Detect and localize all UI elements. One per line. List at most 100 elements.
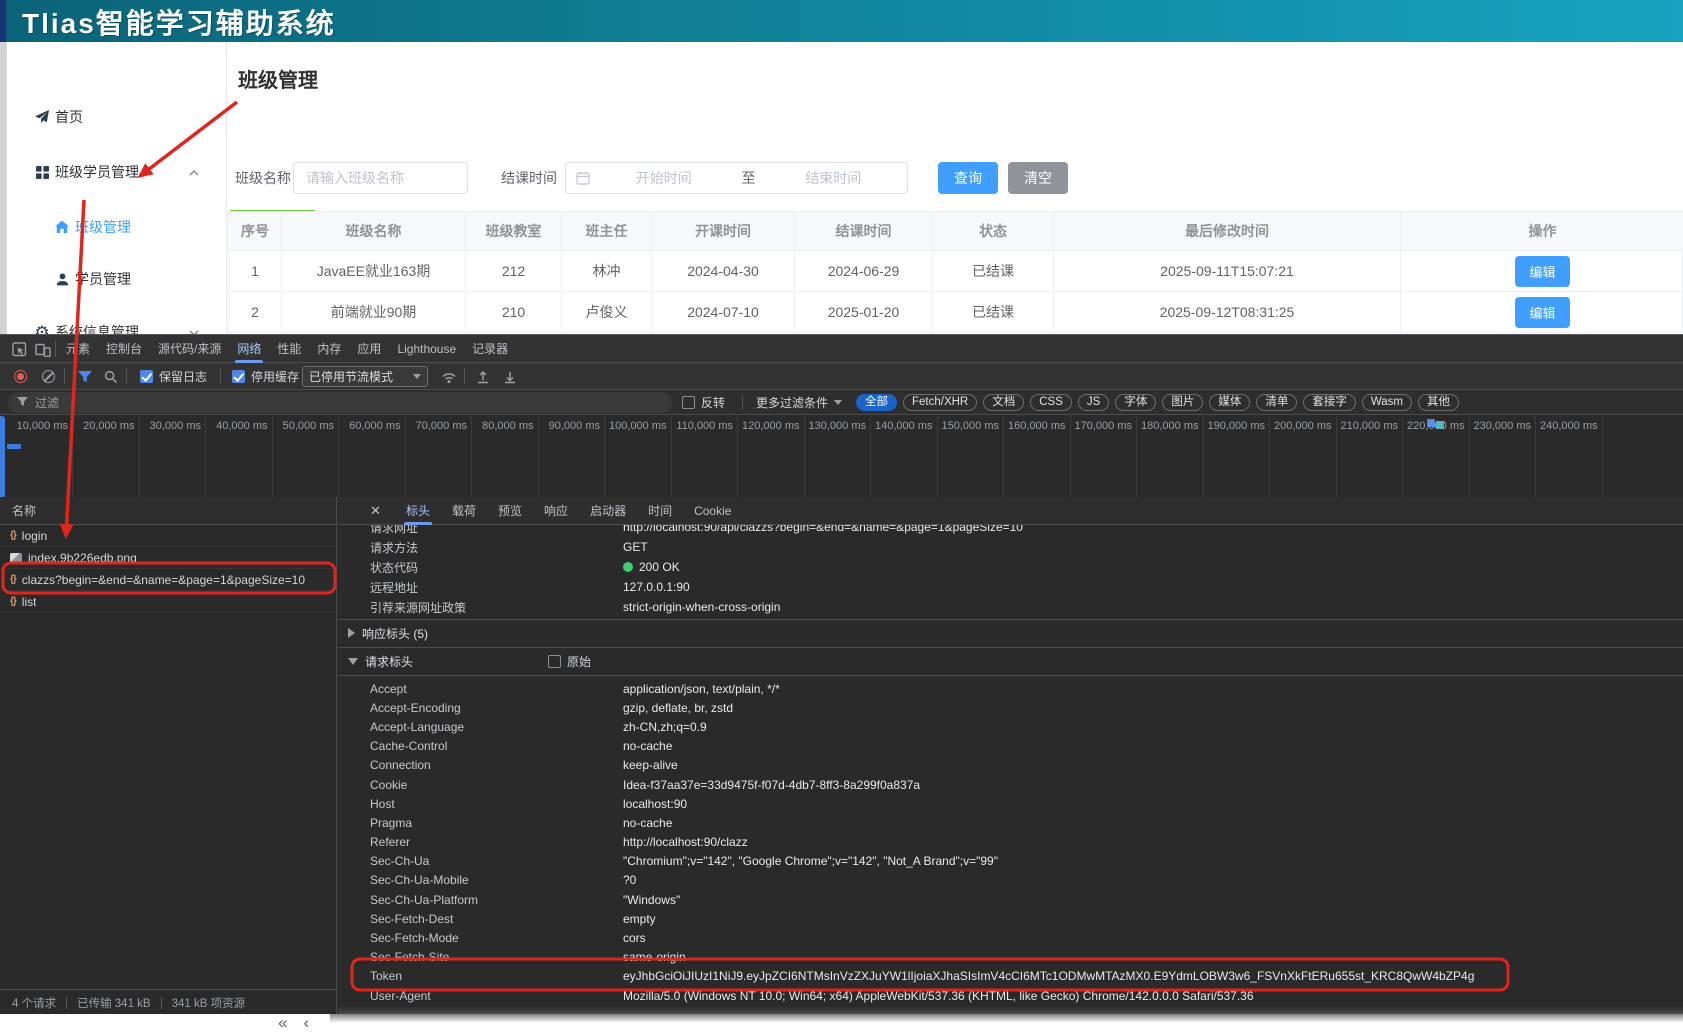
network-request-row[interactable]: {}list <box>0 591 336 613</box>
resource-chip-9[interactable]: 套接字 <box>1303 394 1356 411</box>
resource-chip-4[interactable]: JS <box>1078 394 1109 411</box>
record-network-log-icon[interactable] <box>14 363 27 390</box>
devtools-tab-0[interactable]: 元素 <box>58 335 98 363</box>
header-name: Sec-Ch-Ua <box>370 854 623 868</box>
clear-network-log-icon[interactable] <box>42 363 55 390</box>
network-conditions-icon[interactable] <box>441 363 457 390</box>
divider <box>55 341 56 357</box>
resource-chip-1[interactable]: Fetch/XHR <box>903 394 977 411</box>
header-value: strict-origin-when-cross-origin <box>623 600 780 614</box>
filter-funnel-icon[interactable] <box>78 363 92 390</box>
sidebar-item-class-student-mgmt[interactable]: 班级学员管理 <box>7 159 226 185</box>
table-body: 1JavaEE就业163期212林冲2024-04-302024-06-29已结… <box>229 251 1682 333</box>
resource-type-chips: 全部 Fetch/XHR 文档 CSS JS 字体图片媒体清单套接字 Wasm 其他 <box>856 390 1459 415</box>
resource-chip-0[interactable]: 全部 <box>856 394 897 411</box>
header-name: Sec-Ch-Ua-Platform <box>370 893 623 907</box>
timeline-tick: 150,000 ms <box>933 420 999 432</box>
timeline-tick: 180,000 ms <box>1133 420 1199 432</box>
devtools-tab-8[interactable]: 记录器 <box>464 335 516 363</box>
fetch-braces-icon: {} <box>10 530 16 541</box>
sidebar-item-home[interactable]: 首页 <box>7 104 226 130</box>
network-request-row[interactable]: {}login <box>0 525 336 547</box>
resource-chip-6[interactable]: 图片 <box>1162 394 1203 411</box>
devtools-tab-6[interactable]: 应用 <box>349 335 389 363</box>
resource-chip-8[interactable]: 清单 <box>1256 394 1297 411</box>
disable-cache-checkbox[interactable]: 停用缓存 <box>232 363 299 390</box>
table-cell: 卢俊义 <box>562 292 652 333</box>
edit-button[interactable]: 编辑 <box>1515 256 1569 287</box>
fetch-braces-icon: {} <box>10 574 16 585</box>
date-range-separator: 至 <box>738 168 760 188</box>
network-filter-input[interactable] <box>8 392 672 413</box>
class-table: 序号 班级名称 班级教室 班主任 开课时间 结课时间 状态 最后修改时间 操作 … <box>228 211 1683 333</box>
detail-tab-3[interactable]: 响应 <box>534 497 578 525</box>
resource-chip-11[interactable]: 其他 <box>1418 394 1459 411</box>
search-icon[interactable] <box>104 363 118 390</box>
header-value: application/json, text/plain, */* <box>623 682 780 696</box>
resource-chip-2[interactable]: 文档 <box>983 394 1024 411</box>
close-icon[interactable]: ✕ <box>370 497 381 525</box>
pagination-button-1[interactable]: ‹ <box>303 1014 309 1032</box>
timeline-tick: 140,000 ms <box>867 420 933 432</box>
start-date-placeholder[interactable]: 开始时间 <box>590 168 738 188</box>
detail-tab-5[interactable]: 时间 <box>638 497 682 525</box>
devtools-tab-7[interactable]: Lighthouse <box>389 335 464 363</box>
pagination-button-0[interactable]: « <box>278 1014 287 1032</box>
sidebar-item-student-mgmt[interactable]: 学员管理 <box>7 266 226 292</box>
resource-chip-5[interactable]: 字体 <box>1115 394 1156 411</box>
query-button[interactable]: 查询 <box>938 162 998 194</box>
devtools-tab-3[interactable]: 网络 <box>229 335 269 363</box>
detail-tab-1[interactable]: 载荷 <box>442 497 486 525</box>
network-timeline[interactable]: 10,000 ms20,000 ms30,000 ms40,000 ms50,0… <box>0 416 1683 498</box>
devtools-tab-2[interactable]: 源代码/来源 <box>150 335 229 363</box>
import-har-icon[interactable] <box>476 363 490 390</box>
timeline-tick: 120,000 ms <box>734 420 800 432</box>
sidebar-item-label: 首页 <box>55 107 83 127</box>
header-value: no-cache <box>623 816 672 830</box>
clear-button[interactable]: 清空 <box>1008 162 1068 194</box>
app-header: Tlias智能学习辅助系统 <box>0 0 1683 42</box>
resource-chip-10[interactable]: Wasm <box>1362 394 1412 411</box>
preserve-log-checkbox[interactable]: 保留日志 <box>140 363 207 390</box>
sidebar-item-class-mgmt[interactable]: 班级管理 <box>7 214 226 240</box>
header-name: 引荐来源网址政策 <box>370 599 623 616</box>
detail-tab-2[interactable]: 预览 <box>488 497 532 525</box>
invert-filter-checkbox[interactable]: 反转 <box>682 390 725 415</box>
column-header: 状态 <box>933 212 1054 251</box>
class-name-input[interactable] <box>293 162 468 194</box>
resource-chip-7[interactable]: 媒体 <box>1209 394 1250 411</box>
header-name: Sec-Fetch-Site <box>370 950 623 964</box>
network-request-row[interactable]: index.9b226edb.png <box>0 547 336 569</box>
more-filters-dropdown[interactable]: 更多过滤条件 <box>756 390 842 415</box>
response-headers-section[interactable]: 响应标头 (5) <box>338 619 1683 647</box>
throttling-select[interactable]: 已停用节流模式 <box>302 366 428 387</box>
inspect-element-icon[interactable] <box>10 340 28 358</box>
request-header-row: CookieIdea-f37aa37e=33d9475f-f07d-4db7-8… <box>338 775 1683 794</box>
header-name: Accept-Encoding <box>370 701 623 715</box>
raw-headers-checkbox[interactable]: 原始 <box>548 653 591 670</box>
resource-chip-3[interactable]: CSS <box>1030 394 1072 411</box>
divider <box>161 997 162 1009</box>
device-toolbar-icon[interactable] <box>34 340 52 358</box>
devtools-tab-4[interactable]: 性能 <box>269 335 309 363</box>
export-har-icon[interactable] <box>503 363 517 390</box>
detail-tab-6[interactable]: Cookie <box>684 497 741 525</box>
detail-tab-4[interactable]: 启动器 <box>580 497 636 525</box>
devtools-panel: 元素控制台源代码/来源网络性能内存应用Lighthouse记录器 保留日志 停用… <box>0 334 1683 1014</box>
main-content: 班级管理 班级名称 结课时间 开始时间 至 结束时间 查询 清空 + 新增班级 … <box>228 42 1683 334</box>
header-name: Sec-Ch-Ua-Mobile <box>370 873 623 887</box>
end-date-placeholder[interactable]: 结束时间 <box>760 168 908 188</box>
edit-button[interactable]: 编辑 <box>1515 297 1569 328</box>
request-list-header[interactable]: 名称 <box>0 497 336 525</box>
network-toolbar: 保留日志 停用缓存 已停用节流模式 <box>0 363 1683 390</box>
timeline-request-mark <box>7 444 21 449</box>
date-range-picker[interactable]: 开始时间 至 结束时间 <box>565 162 908 194</box>
status-text: 已传输 341 kB <box>77 995 151 1011</box>
request-headers-section[interactable]: 请求标头 原始 <box>338 647 1683 675</box>
detail-tab-0[interactable]: 标头 <box>396 497 440 525</box>
devtools-tab-5[interactable]: 内存 <box>309 335 349 363</box>
header-name: Cookie <box>370 778 623 792</box>
header-value: zh-CN,zh;q=0.9 <box>623 720 707 734</box>
devtools-tab-1[interactable]: 控制台 <box>98 335 150 363</box>
network-request-row[interactable]: {}clazzs?begin=&end=&name=&page=1&pageSi… <box>0 569 336 591</box>
